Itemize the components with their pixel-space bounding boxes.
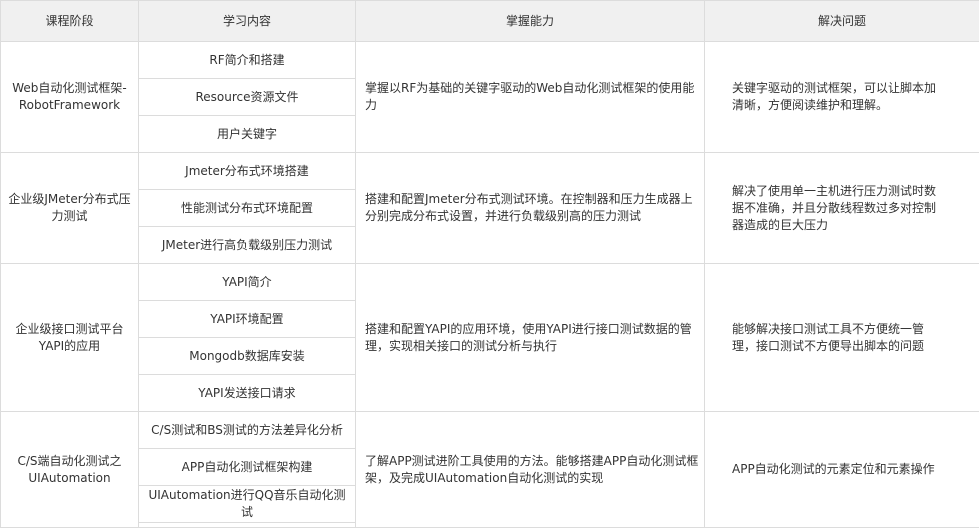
course-table: 课程阶段 学习内容 掌握能力 解决问题 Web自动化测试框架-RobotFram… — [0, 0, 979, 528]
table-row: Web自动化测试框架-RobotFramework RF简介和搭建 掌握以RF为… — [1, 42, 979, 79]
header-stage: 课程阶段 — [1, 1, 139, 42]
content-cell: 用户关键字 — [139, 116, 356, 153]
stage-cell: Web自动化测试框架-RobotFramework — [1, 42, 139, 153]
solve-cell: APP自动化测试的元素定位和元素操作 — [705, 412, 979, 528]
content-cell: C/S测试和BS测试的方法差异化分析 — [139, 412, 356, 449]
content-cell: Resource资源文件 — [139, 79, 356, 116]
content-cell: RF简介和搭建 — [139, 42, 356, 79]
solve-cell: 能够解决接口测试工具不方便统一管理，接口测试不方便导出脚本的问题 — [705, 264, 979, 412]
content-cell: YAPI发送接口请求 — [139, 375, 356, 412]
content-cell: UIAutomation进行QQ音乐自动化测试 — [139, 486, 356, 523]
header-content: 学习内容 — [139, 1, 356, 42]
solve-cell: 解决了使用单一主机进行压力测试时数据不准确，并且分散线程数过多对控制器造成的巨大… — [705, 153, 979, 264]
content-cell — [139, 523, 356, 528]
table-row: 企业级接口测试平台YAPI的应用 YAPI简介 搭建和配置YAPI的应用环境，使… — [1, 264, 979, 301]
solve-cell: 关键字驱动的测试框架，可以让脚本加清晰，方便阅读维护和理解。 — [705, 42, 979, 153]
ability-cell: 了解APP测试进阶工具使用的方法。能够搭建APP自动化测试框架，及完成UIAut… — [356, 412, 705, 528]
content-cell: JMeter进行高负载级别压力测试 — [139, 227, 356, 264]
content-cell: Jmeter分布式环境搭建 — [139, 153, 356, 190]
table-row: 企业级JMeter分布式压力测试 Jmeter分布式环境搭建 搭建和配置Jmet… — [1, 153, 979, 190]
ability-cell: 掌握以RF为基础的关键字驱动的Web自动化测试框架的使用能力 — [356, 42, 705, 153]
stage-cell: 企业级JMeter分布式压力测试 — [1, 153, 139, 264]
header-row: 课程阶段 学习内容 掌握能力 解决问题 — [1, 1, 979, 42]
content-cell: 性能测试分布式环境配置 — [139, 190, 356, 227]
table-row: C/S端自动化测试之UIAutomation C/S测试和BS测试的方法差异化分… — [1, 412, 979, 449]
content-cell: YAPI环境配置 — [139, 301, 356, 338]
stage-cell: 企业级接口测试平台YAPI的应用 — [1, 264, 139, 412]
header-solve: 解决问题 — [705, 1, 979, 42]
content-cell: YAPI简介 — [139, 264, 356, 301]
header-ability: 掌握能力 — [356, 1, 705, 42]
content-cell: Mongodb数据库安装 — [139, 338, 356, 375]
content-cell: APP自动化测试框架构建 — [139, 449, 356, 486]
stage-cell: C/S端自动化测试之UIAutomation — [1, 412, 139, 528]
ability-cell: 搭建和配置Jmeter分布式测试环境。在控制器和压力生成器上分别完成分布式设置，… — [356, 153, 705, 264]
ability-cell: 搭建和配置YAPI的应用环境，使用YAPI进行接口测试数据的管理，实现相关接口的… — [356, 264, 705, 412]
